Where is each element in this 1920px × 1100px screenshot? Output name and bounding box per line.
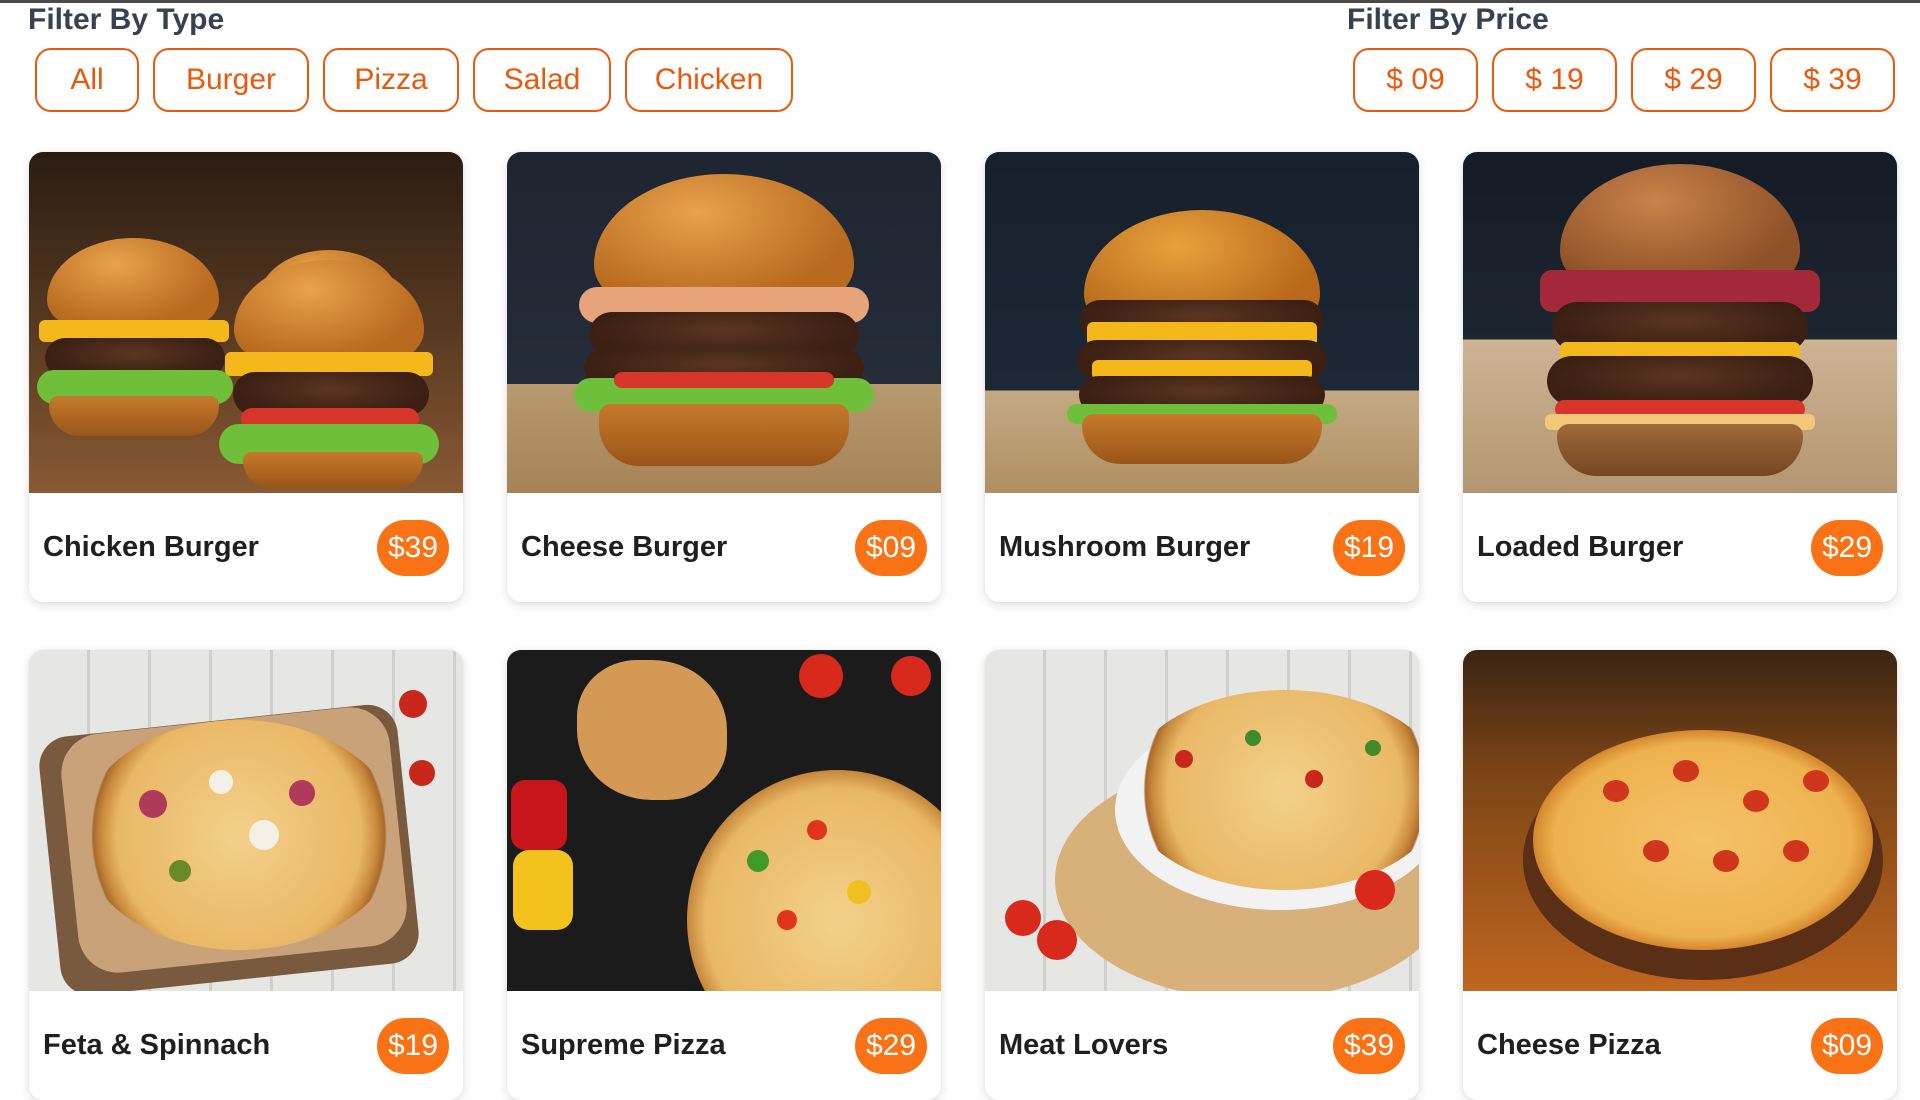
filter-by-price-title: Filter By Price: [1347, 3, 1549, 36]
item-name: Cheese Pizza: [1477, 1029, 1661, 1061]
filter-price-09-button[interactable]: $ 09: [1353, 48, 1478, 112]
cheese-burger-image: [507, 152, 941, 493]
menu-card-mushroom-burger[interactable]: Mushroom Burger $19: [985, 152, 1419, 602]
menu-card-meat-lovers[interactable]: Meat Lovers $39: [985, 650, 1419, 1100]
loaded-burger-image: [1463, 152, 1897, 493]
item-name: Supreme Pizza: [521, 1029, 726, 1061]
price-badge: $39: [1333, 1017, 1405, 1074]
filter-salad-button[interactable]: Salad: [473, 48, 611, 112]
item-name: Loaded Burger: [1477, 531, 1684, 563]
feta-spinnach-image: [29, 650, 463, 991]
mushroom-burger-image: [985, 152, 1419, 493]
filter-all-button[interactable]: All: [35, 48, 139, 112]
price-badge: $29: [855, 1017, 927, 1074]
menu-card-loaded-burger[interactable]: Loaded Burger $29: [1463, 152, 1897, 602]
price-badge: $19: [1333, 519, 1405, 576]
menu-card-cheese-pizza[interactable]: Cheese Pizza $09: [1463, 650, 1897, 1100]
item-name: Chicken Burger: [43, 531, 259, 563]
filter-chicken-button[interactable]: Chicken: [625, 48, 793, 112]
price-badge: $39: [377, 519, 449, 576]
menu-card-chicken-burger[interactable]: Chicken Burger $39: [29, 152, 463, 602]
meat-lovers-image: [985, 650, 1419, 991]
supreme-pizza-image: [507, 650, 941, 991]
cheese-pizza-image: [1463, 650, 1897, 991]
item-name: Meat Lovers: [999, 1029, 1169, 1061]
menu-card-feta-spinnach[interactable]: Feta & Spinnach $19: [29, 650, 463, 1100]
menu-card-supreme-pizza[interactable]: Supreme Pizza $29: [507, 650, 941, 1100]
filter-price-39-button[interactable]: $ 39: [1770, 48, 1895, 112]
filter-price-29-button[interactable]: $ 29: [1631, 48, 1756, 112]
filter-burger-button[interactable]: Burger: [153, 48, 309, 112]
filter-by-type-title: Filter By Type: [28, 3, 225, 36]
top-border: [0, 0, 1920, 3]
price-badge: $09: [1811, 1017, 1883, 1074]
item-name: Mushroom Burger: [999, 531, 1251, 563]
item-name: Cheese Burger: [521, 531, 728, 563]
menu-card-cheese-burger[interactable]: Cheese Burger $09: [507, 152, 941, 602]
price-badge: $29: [1811, 519, 1883, 576]
filter-price-19-button[interactable]: $ 19: [1492, 48, 1617, 112]
price-badge: $19: [377, 1017, 449, 1074]
chicken-burger-image: [29, 152, 463, 493]
price-badge: $09: [855, 519, 927, 576]
menu-grid: Chicken Burger $39 Cheese Burger $09 Mus…: [29, 152, 1897, 1100]
filter-pizza-button[interactable]: Pizza: [323, 48, 459, 112]
item-name: Feta & Spinnach: [43, 1029, 271, 1061]
type-filter-group: All Burger Pizza Salad Chicken: [35, 48, 793, 112]
price-filter-group: $ 09 $ 19 $ 29 $ 39: [1353, 48, 1895, 112]
